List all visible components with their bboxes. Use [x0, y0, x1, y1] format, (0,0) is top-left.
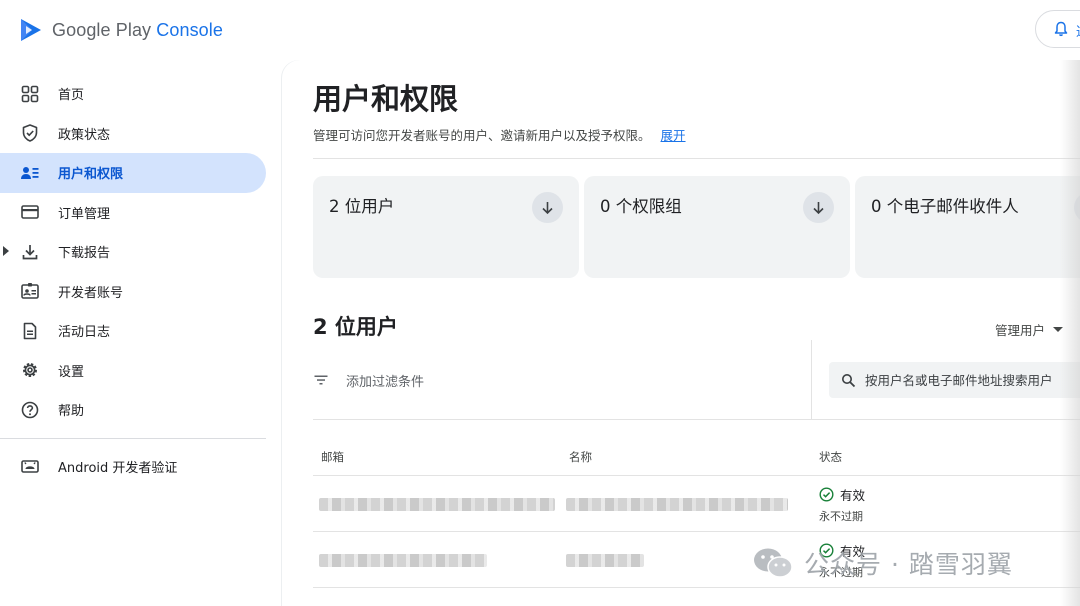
redacted-name — [566, 554, 644, 567]
page-description: 管理可访问您开发者账号的用户、邀请新用户以及授予权限。 展开 — [313, 125, 686, 144]
grid-icon — [21, 85, 39, 103]
filter-icon — [314, 375, 328, 385]
id-card-icon — [21, 283, 39, 300]
play-console-logo-icon — [21, 19, 41, 41]
sidebar-item-activity-log[interactable]: 活动日志 — [0, 311, 270, 351]
card-title: 0 个权限组 — [600, 197, 682, 216]
sidebar-item-order-management[interactable]: 订单管理 — [0, 193, 270, 233]
divider — [313, 158, 1080, 159]
manage-users-label: 管理用户 — [995, 323, 1046, 338]
manage-users-dropdown[interactable]: 管理用户 — [995, 320, 1064, 339]
sidebar-item-android-verification[interactable]: Android 开发者验证 — [0, 447, 270, 487]
sidebar-item-users-permissions[interactable]: 用户和权限 — [0, 153, 266, 193]
users-summary-card[interactable]: 2 位用户 — [313, 176, 579, 278]
sidebar-item-label: 政策状态 — [58, 127, 111, 143]
card-title: 0 个电子邮件收件人 — [871, 197, 1019, 216]
help-icon — [21, 401, 39, 419]
arrow-down-icon — [813, 202, 824, 215]
divider — [313, 475, 1080, 476]
notifications-button[interactable]: 通 — [1035, 10, 1080, 48]
permission-groups-summary-card[interactable]: 0 个权限组 — [584, 176, 850, 278]
sidebar-item-label: 设置 — [58, 364, 85, 380]
user-search-input[interactable] — [865, 372, 1080, 388]
sidebar-item-label: 帮助 — [58, 404, 85, 420]
gear-icon — [23, 363, 37, 378]
column-header-email[interactable]: 邮箱 — [321, 449, 344, 465]
arrow-down-icon — [542, 202, 553, 215]
add-filter-button[interactable]: 添加过滤条件 — [313, 370, 424, 390]
sidebar-item-label: 首页 — [58, 88, 85, 104]
permission-groups-card-jump-button[interactable] — [803, 192, 834, 223]
redacted-email — [319, 554, 487, 567]
logo-text: Google Play — [52, 19, 157, 40]
user-search-box[interactable] — [829, 362, 1080, 398]
sidebar-item-policy-status[interactable]: 政策状态 — [0, 114, 270, 154]
divider — [313, 587, 1080, 588]
logo-text-accent: Console — [156, 19, 224, 40]
document-icon — [23, 322, 37, 340]
sidebar-item-home[interactable]: 首页 — [0, 74, 270, 114]
sidebar-item-label: 订单管理 — [58, 206, 111, 222]
sidebar-divider — [0, 437, 266, 439]
shield-icon — [22, 124, 38, 143]
bell-icon — [1054, 21, 1068, 37]
sidebar-item-label: 用户和权限 — [58, 167, 124, 183]
sidebar-item-label: Android 开发者验证 — [58, 460, 178, 476]
email-recipients-summary-card[interactable]: 0 个电子邮件收件人 — [855, 176, 1080, 278]
dropdown-arrow-icon — [1053, 327, 1064, 332]
sidebar: 首页 政策状态 用户和权限 订单管理 下载报告 开发者账号 活动日志 设置 帮助… — [0, 74, 270, 486]
status-label: 有效 — [840, 488, 866, 503]
users-card-jump-button[interactable] — [532, 192, 563, 223]
sidebar-item-label: 开发者账号 — [58, 285, 124, 301]
sidebar-item-developer-account[interactable]: 开发者账号 — [0, 272, 270, 312]
wechat-watermark: 公众号 · 踏雪羽翼 — [752, 543, 1013, 583]
credit-card-icon — [21, 205, 39, 220]
redacted-name — [566, 498, 788, 511]
column-header-name[interactable]: 名称 — [569, 449, 592, 465]
status-badge: 有效 — [819, 485, 865, 504]
expand-caret-icon[interactable] — [3, 246, 9, 256]
sidebar-item-label: 活动日志 — [58, 325, 111, 341]
users-section-title: 2 位用户 — [313, 315, 398, 339]
sidebar-item-download-reports[interactable]: 下载报告 — [0, 232, 270, 272]
expand-link[interactable]: 展开 — [661, 128, 686, 143]
notifications-label: 通 — [1076, 21, 1080, 40]
expiry-label: 永不过期 — [819, 510, 863, 523]
sidebar-item-settings[interactable]: 设置 — [0, 351, 270, 391]
android-icon — [21, 460, 39, 474]
page-title: 用户和权限 — [313, 82, 459, 116]
divider — [313, 419, 1080, 420]
download-icon — [22, 244, 38, 260]
sidebar-item-help[interactable]: 帮助 — [0, 390, 270, 430]
column-header-status[interactable]: 状态 — [819, 449, 842, 465]
users-list-icon — [21, 166, 39, 179]
check-circle-icon — [819, 487, 834, 502]
play-console-logo[interactable]: Google Play Console — [18, 14, 223, 46]
main-panel: 用户和权限 管理可访问您开发者账号的用户、邀请新用户以及授予权限。 展开 2 位用… — [282, 60, 1080, 606]
watermark-text: 公众号 · 踏雪羽翼 — [804, 550, 1013, 579]
card-title: 2 位用户 — [329, 197, 395, 216]
sidebar-item-label: 下载报告 — [58, 246, 111, 262]
divider — [313, 531, 1080, 532]
email-recipients-card-jump-button[interactable] — [1074, 192, 1080, 223]
wechat-icon — [754, 548, 793, 578]
page-description-text: 管理可访问您开发者账号的用户、邀请新用户以及授予权限。 — [313, 128, 651, 143]
redacted-email — [319, 498, 555, 511]
toolbar-divider — [811, 340, 812, 420]
search-icon — [842, 373, 856, 387]
add-filter-label: 添加过滤条件 — [346, 374, 425, 390]
